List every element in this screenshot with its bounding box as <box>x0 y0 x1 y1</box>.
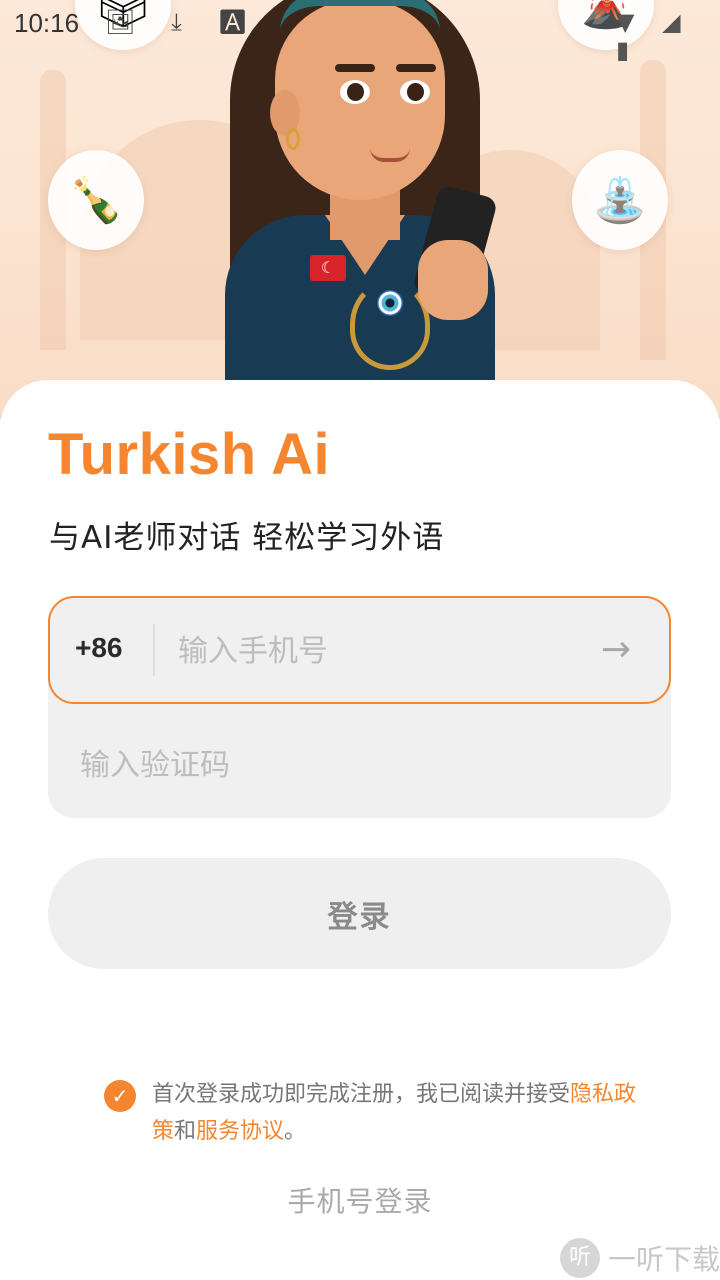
earring <box>286 128 300 150</box>
evil-eye-icon <box>377 290 403 316</box>
field-divider <box>153 624 155 676</box>
arrow-right-icon[interactable]: → <box>596 630 636 670</box>
bubble-champagne-icon: 🍾 <box>48 150 144 250</box>
notification-icons: 🖼 ⤓ 🅰 <box>105 8 262 36</box>
app-subtitle: 与AI老师对话 轻松学习外语 <box>49 520 445 556</box>
service-agreement-link[interactable]: 服务协议 <box>196 1119 284 1144</box>
watermark: 听 一听下载 <box>560 1236 720 1280</box>
agreement-end: 。 <box>284 1119 307 1144</box>
agreement-text: 首次登录成功即完成注册，我已阅读并接受隐私政策和服务协议。 <box>152 1076 637 1150</box>
app-title: Turkish Ai <box>48 422 331 487</box>
watermark-text: 一听下载 <box>608 1243 720 1276</box>
bubble-fountain-icon: ⛲ <box>572 150 668 250</box>
watermark-logo-icon: 听 <box>560 1238 600 1278</box>
eyebrow <box>335 64 375 72</box>
hero-illustration: 🗳 🌋 🍾 ⛲ ☾ <box>0 0 720 420</box>
phone-input[interactable] <box>178 624 578 678</box>
turkish-flag-icon: ☾ <box>310 255 346 281</box>
agreement-prefix: 首次登录成功即完成注册，我已阅读并接受 <box>152 1082 571 1107</box>
eye <box>400 80 430 104</box>
system-status-icons: ▼ ◢ ▮ <box>616 8 691 64</box>
hand <box>418 240 488 320</box>
eye <box>340 80 370 104</box>
login-button[interactable]: 登录 <box>48 858 671 969</box>
girl-avatar-illustration: ☾ <box>200 0 520 420</box>
phone-login-link[interactable]: 手机号登录 <box>0 1180 720 1220</box>
status-bar: 10:16 🖼 ⤓ 🅰 ▼ ◢ ▮ <box>0 0 720 64</box>
agreement-checkbox[interactable]: ✓ <box>104 1080 136 1112</box>
status-time: 10:16 <box>14 8 80 38</box>
country-code-selector[interactable]: +86 <box>75 632 123 664</box>
verification-code-input[interactable] <box>80 738 640 792</box>
eyebrow <box>396 64 436 72</box>
agreement-and: 和 <box>174 1119 197 1144</box>
